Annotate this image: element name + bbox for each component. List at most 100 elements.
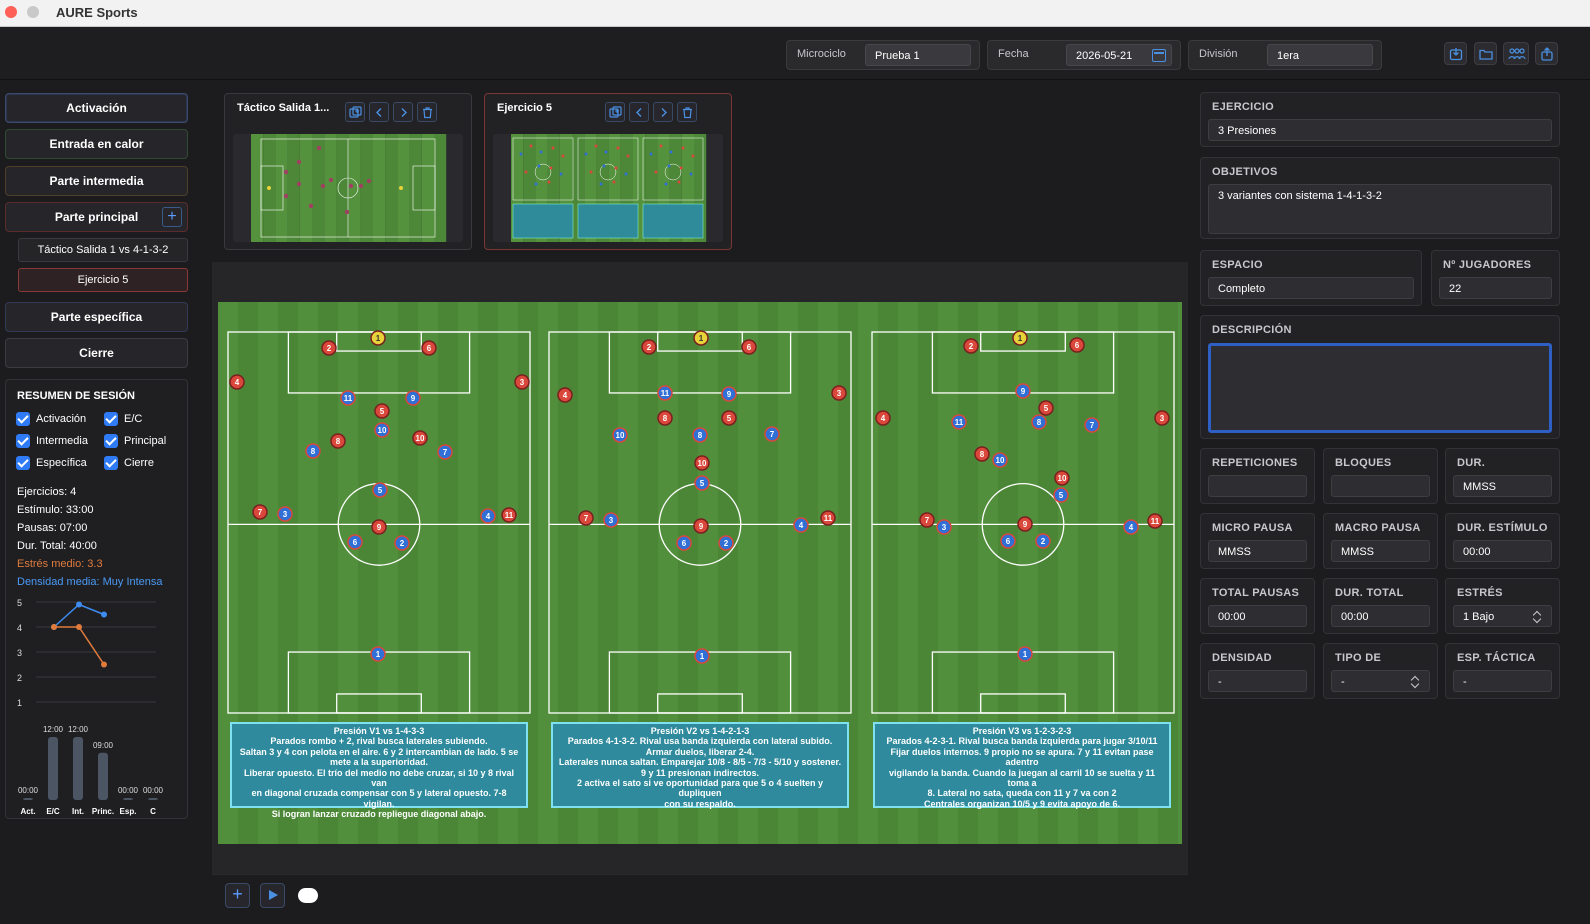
red-player-token: 8	[330, 433, 346, 449]
mini-player	[689, 172, 693, 176]
exercise-thumbnail[interactable]	[493, 134, 723, 242]
red-player-token: 9	[371, 519, 387, 535]
phase-principal-button[interactable]: Parte principal +	[5, 202, 188, 232]
blue-player-token: 2	[1035, 533, 1051, 549]
esp-tactica-input[interactable]: -	[1453, 670, 1552, 692]
check-cierre[interactable]: Cierre	[104, 456, 154, 470]
macro-pausa-input[interactable]: MMSS	[1331, 540, 1430, 562]
phase-especifica-button[interactable]: Parte específica	[5, 302, 188, 332]
exercise-card-ejercicio-5[interactable]: Ejercicio 5	[484, 93, 732, 250]
objetivos-label: OBJETIVOS	[1212, 166, 1278, 178]
repeticiones-input[interactable]	[1208, 475, 1307, 497]
player-number: 8	[311, 447, 316, 456]
objetivos-section: OBJETIVOS 3 variantes con sistema 1-4-1-…	[1200, 157, 1560, 239]
calendar-icon[interactable]	[1152, 49, 1166, 62]
player-number: 5	[378, 486, 383, 495]
phase-intermedia-button[interactable]: Parte intermedia	[5, 166, 188, 196]
ejercicio-input[interactable]: 3 Presiones	[1208, 119, 1552, 141]
open-folder-button[interactable]	[1474, 42, 1497, 65]
densidad-section: DENSIDAD -	[1200, 643, 1315, 699]
microciclo-input[interactable]: Prueba 1	[865, 44, 971, 66]
blue-player-token: 9	[721, 386, 737, 402]
checkbox-icon	[16, 456, 30, 470]
red-player-token: 2	[963, 338, 979, 354]
check-activacion[interactable]: Activación	[16, 412, 86, 426]
dur-estimulo-input[interactable]: 00:00	[1453, 540, 1552, 562]
frame-indicator[interactable]	[298, 888, 318, 903]
total-pausas-input[interactable]: 00:00	[1208, 605, 1307, 627]
player-number: 5	[380, 407, 385, 416]
densidad-input[interactable]: -	[1208, 670, 1307, 692]
minimize-window-button[interactable]	[27, 6, 39, 18]
player-number: 1	[700, 652, 705, 661]
move-left-button[interactable]	[629, 102, 649, 122]
red-player-token: 3	[1154, 410, 1170, 426]
move-right-button[interactable]	[393, 102, 413, 122]
estres-select[interactable]: 1 Bajo	[1453, 605, 1552, 627]
team-button[interactable]	[1503, 42, 1529, 65]
delete-button[interactable]	[677, 102, 697, 122]
exercise-card-tactico[interactable]: Táctico Salida 1...	[224, 93, 472, 250]
mini-player	[604, 150, 608, 154]
player-number: 6	[427, 344, 432, 353]
move-left-button[interactable]	[369, 102, 389, 122]
close-window-button[interactable]	[5, 6, 17, 18]
thumb-player	[283, 193, 289, 199]
red-player-token: 8	[974, 446, 990, 462]
tipo-select[interactable]: -	[1331, 670, 1430, 692]
player-number: 2	[400, 539, 405, 548]
share-button[interactable]	[1535, 42, 1558, 65]
micro-pausa-input[interactable]: MMSS	[1208, 540, 1307, 562]
dur-total-input[interactable]: 00:00	[1331, 605, 1430, 627]
duplicate-button[interactable]	[605, 102, 625, 122]
stat-dur-total: Dur. Total: 40:00	[17, 540, 97, 552]
espacio-input[interactable]: Completo	[1208, 277, 1414, 299]
play-button[interactable]	[260, 883, 285, 908]
delete-button[interactable]	[417, 102, 437, 122]
check-intermedia[interactable]: Intermedia	[16, 434, 88, 448]
add-exercise-button[interactable]: +	[162, 207, 182, 227]
export-button[interactable]	[1444, 42, 1467, 65]
tactics-board[interactable]: 12 64 311 95108 108 757 396 24 11112 64 311 98 510 8 7…	[218, 302, 1182, 844]
folder-icon	[1479, 49, 1493, 60]
thumb-goalkeeper	[399, 186, 403, 190]
jugadores-input[interactable]: 22	[1439, 277, 1552, 299]
objetivos-input[interactable]: 3 variantes con sistema 1-4-1-3-2	[1208, 184, 1552, 234]
bar-category-label: E/C	[46, 807, 60, 816]
player-number: 2	[724, 539, 729, 548]
thumb-player	[296, 159, 302, 165]
division-input[interactable]: 1era	[1267, 44, 1373, 66]
grass-stripe	[618, 302, 638, 844]
check-principal[interactable]: Principal	[104, 434, 166, 448]
check-especifica[interactable]: Específica	[16, 456, 87, 470]
goalkeeper-token: 1	[1012, 330, 1028, 346]
dur-input[interactable]: MMSS	[1453, 475, 1552, 497]
player-number: 11	[1151, 517, 1160, 526]
exercise-thumbnail[interactable]	[233, 134, 463, 242]
bloques-input[interactable]	[1331, 475, 1430, 497]
thumb-player	[348, 183, 354, 189]
duplicate-button[interactable]	[345, 102, 365, 122]
add-frame-button[interactable]: +	[225, 883, 250, 908]
phase-activacion-button[interactable]: Activación	[5, 93, 188, 123]
title-bar: AURE Sports	[0, 0, 1590, 27]
descripcion-section: DESCRIPCIÓN	[1200, 315, 1560, 439]
phase-entrada-calor-button[interactable]: Entrada en calor	[5, 129, 188, 159]
y-tick-label: 2	[17, 673, 22, 683]
chevron-right-icon	[661, 108, 667, 117]
descripcion-input[interactable]	[1208, 343, 1552, 433]
exercise-item-tactico[interactable]: Táctico Salida 1 vs 4-1-3-2	[18, 238, 188, 262]
mini-player	[537, 164, 541, 168]
grass-stripe	[658, 302, 678, 844]
check-ec[interactable]: E/C	[104, 412, 142, 426]
line-point	[101, 611, 107, 618]
summary-title: RESUMEN DE SESIÓN	[17, 390, 135, 402]
grass-stripe	[1098, 302, 1118, 844]
red-player-token: 7	[919, 512, 935, 528]
move-right-button[interactable]	[653, 102, 673, 122]
bar-value-label: 12:00	[68, 725, 89, 734]
exercise-item-ejercicio-5[interactable]: Ejercicio 5	[18, 268, 188, 292]
stat-densidad: Densidad media: Muy Intensa	[17, 576, 163, 588]
player-number: 7	[584, 514, 589, 523]
phase-cierre-button[interactable]: Cierre	[5, 338, 188, 368]
